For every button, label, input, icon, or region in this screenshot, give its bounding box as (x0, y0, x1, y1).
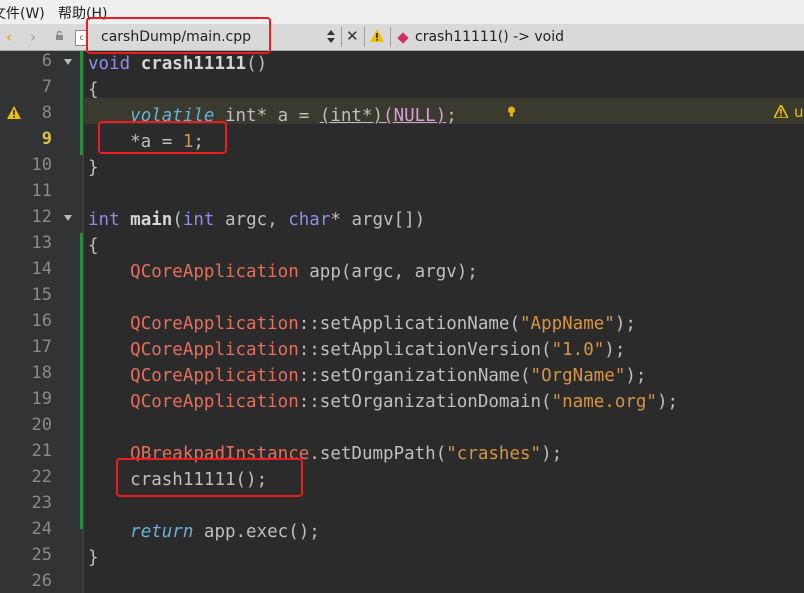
code-line-16: QCoreApplication::setApplicationName("Ap… (88, 311, 636, 337)
current-line-number: 9 (41, 129, 52, 149)
class-name: QCoreApplication (130, 340, 299, 360)
line-number: 23 (31, 493, 52, 513)
code-line-25: } (88, 545, 99, 571)
code-text: * argv[]) (330, 210, 426, 230)
line-number-gutter[interactable]: 6 7 8 9 10 11 12 13 14 15 16 17 18 19 20… (0, 51, 84, 593)
back-icon[interactable]: ‹ (6, 28, 12, 46)
updown-arrows-icon[interactable] (327, 30, 335, 43)
code-line-18: QCoreApplication::setOrganizationName("O… (88, 363, 646, 389)
code-text: } (88, 158, 99, 178)
code-text: ( (172, 210, 183, 230)
string-literal: "name.org" (551, 392, 657, 412)
line-number: 13 (31, 233, 52, 253)
code-line-10: } (88, 155, 99, 181)
string-literal: "1.0" (551, 340, 605, 360)
line-number: 22 (31, 467, 52, 487)
line-number: 11 (31, 181, 52, 201)
change-marker (80, 233, 83, 529)
code-text: ); (614, 314, 636, 334)
code-text: app(argc, argv); (298, 262, 478, 282)
line-number: 14 (31, 259, 52, 279)
code-text: () (246, 54, 268, 74)
function-symbol-icon (397, 32, 409, 44)
menu-file[interactable]: 文件(W) (0, 3, 45, 23)
macro: (NULL) (383, 106, 447, 126)
class-name: QCoreApplication (130, 314, 299, 334)
highlight-box-filename (86, 17, 271, 54)
warning-marker-icon[interactable] (7, 106, 21, 119)
line-number: 26 (31, 571, 52, 591)
code-line-13: { (88, 233, 99, 259)
code-text: ); (656, 392, 679, 412)
code-text: .setDumpPath( (309, 444, 447, 464)
fold-toggle-icon[interactable] (64, 59, 72, 65)
code-line-19: QCoreApplication::setOrganizationDomain(… (88, 389, 678, 415)
line-number: 24 (31, 519, 52, 539)
lightbulb-icon[interactable] (507, 106, 516, 118)
line-number: 21 (31, 441, 52, 461)
change-marker (80, 51, 83, 155)
code-text: ); (604, 340, 626, 360)
code-line-6: void crash11111() (88, 51, 267, 77)
keyword: int (88, 210, 120, 230)
line-number: 7 (41, 77, 52, 97)
code-line-17: QCoreApplication::setApplicationVersion(… (88, 337, 625, 363)
keyword: char (288, 210, 331, 230)
code-text: argc, (214, 210, 289, 230)
line-number: 17 (31, 337, 52, 357)
toolbar-divider (390, 27, 391, 47)
code-text: { (88, 236, 99, 256)
line-number: 18 (31, 363, 52, 383)
line-number: 19 (31, 389, 52, 409)
code-line-12: int main(int argc, char* argv[]) (88, 207, 425, 233)
fold-toggle-icon[interactable] (64, 215, 72, 221)
lock-icon[interactable] (55, 31, 64, 40)
code-text: ::setApplicationVersion( (298, 340, 552, 360)
class-name: QCoreApplication (130, 262, 299, 282)
keyword: void (88, 54, 131, 74)
toolbar-divider (341, 27, 342, 47)
code-text: ::setOrganizationName( (298, 366, 531, 386)
string-literal: "OrgName" (530, 366, 626, 386)
code-text: (int*) (319, 106, 384, 126)
keyword: return (130, 522, 194, 542)
class-name: QCoreApplication (130, 366, 299, 386)
string-literal: "AppName" (520, 314, 615, 334)
toolbar-divider (364, 27, 365, 47)
code-text: ); (541, 444, 563, 464)
symbol-selector[interactable]: crash11111() -> void (415, 29, 564, 45)
line-number: 16 (31, 311, 52, 331)
code-text: ); (625, 366, 647, 386)
class-name: QCoreApplication (130, 392, 299, 412)
line-number: 20 (31, 415, 52, 435)
warning-icon[interactable] (370, 29, 384, 42)
code-line-7: { (88, 77, 99, 103)
highlight-box-null-deref (98, 121, 227, 154)
code-text: app.exec(); (193, 522, 320, 542)
function-name: crash11111 (140, 54, 247, 74)
function-name: main (130, 210, 173, 230)
code-text: ; (446, 106, 457, 126)
code-text: int* a = (214, 106, 320, 126)
code-line-14: QCoreApplication app(argc, argv); (88, 259, 478, 285)
line-number: 12 (31, 207, 52, 227)
line-number: 10 (31, 155, 52, 175)
line-number: 6 (41, 51, 52, 71)
highlight-box-crash-call (116, 458, 303, 497)
code-text: { (88, 80, 99, 100)
code-line-24: return app.exec(); (88, 519, 320, 545)
close-file-icon[interactable]: ✕ (346, 27, 359, 45)
line-number: 25 (31, 545, 52, 565)
code-text: ::setApplicationName( (298, 314, 520, 334)
code-text: ::setOrganizationDomain( (298, 392, 552, 412)
string-literal: "crashes" (446, 444, 542, 464)
forward-icon[interactable]: › (30, 28, 36, 46)
keyword: int (182, 210, 215, 230)
line-number: 15 (31, 285, 52, 305)
code-text: } (88, 548, 99, 568)
